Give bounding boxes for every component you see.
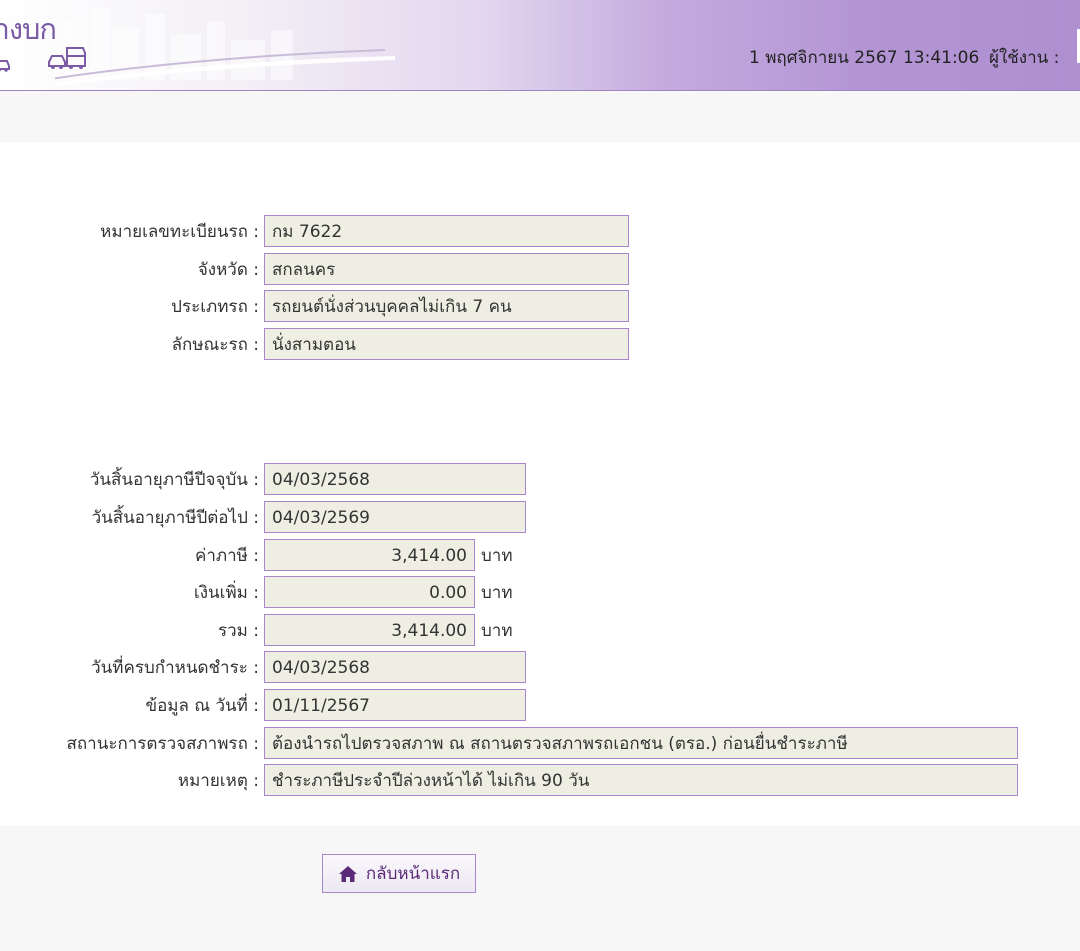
remark-label: หมายเหตุ : <box>177 771 259 791</box>
province-field: สกลนคร <box>264 253 629 285</box>
data-as-of-field: 01/11/2567 <box>264 689 526 721</box>
due-date-label: วันที่ครบกำหนดชำระ : <box>91 658 259 678</box>
surcharge-field: 0.00 <box>264 576 475 608</box>
inspection-status-field: ต้องนำรถไปตรวจสภาพ ณ สถานตรวจสภาพรถเอกชน… <box>264 727 1018 759</box>
plate-number-label: หมายเลขทะเบียนรถ : <box>100 222 259 242</box>
current-datetime: 1 พฤศจิกายน 2567 13:41:06 <box>749 48 980 68</box>
back-to-home-label: กลับหน้าแรก <box>365 864 461 884</box>
province-label: จังหวัด : <box>197 260 259 280</box>
surcharge-label: เงินเพิ่ม : <box>193 583 259 603</box>
header-banner: ขนส่งทางบก 1 พฤศจิกายน 2567 13:41:06 ผู้… <box>0 0 1080 91</box>
surcharge-unit: บาท <box>481 583 513 603</box>
plate-number-field: กม 7622 <box>264 215 629 247</box>
total-unit: บาท <box>481 621 513 641</box>
footer-band <box>0 826 1080 951</box>
tax-expire-current-label: วันสิ้นอายุภาษีปีจจุบัน : <box>89 470 259 490</box>
car-icon <box>48 47 86 69</box>
car-icon <box>0 60 10 72</box>
tax-expire-current-field: 04/03/2568 <box>264 463 526 495</box>
city-skyline-illustration <box>55 8 395 87</box>
tax-amount-unit: บาท <box>481 546 513 566</box>
vehicle-type-field: รถยนต์นั่งส่วนบุคคลไม่เกิน 7 คน <box>264 290 629 322</box>
tax-amount-label: ค่าภาษี : <box>194 546 259 566</box>
vehicle-type-label: ประเภทรถ : <box>171 297 259 317</box>
tax-expire-next-label: วันสิ้นอายุภาษีปีต่อไป : <box>91 508 259 528</box>
remark-field: ชำระภาษีประจำปีล่วงหน้าได้ ไม่เกิน 90 วั… <box>264 764 1018 796</box>
inspection-status-label: สถานะการตรวจสภาพรถ : <box>66 734 259 754</box>
user-label: ผู้ใช้งาน : <box>989 48 1060 68</box>
total-label: รวม : <box>217 621 259 641</box>
home-icon <box>338 865 357 882</box>
vehicle-body-label: ลักษณะรถ : <box>171 335 259 355</box>
back-to-home-button[interactable]: กลับหน้าแรก <box>322 854 476 893</box>
due-date-field: 04/03/2568 <box>264 651 526 683</box>
vehicle-body-field: นั่งสามตอน <box>264 328 629 360</box>
tax-amount-field: 3,414.00 <box>264 539 475 571</box>
total-field: 3,414.00 <box>264 614 475 646</box>
data-as-of-label: ข้อมูล ณ วันที่ : <box>145 696 259 716</box>
tax-expire-next-field: 04/03/2569 <box>264 501 526 533</box>
top-band <box>0 91 1080 142</box>
